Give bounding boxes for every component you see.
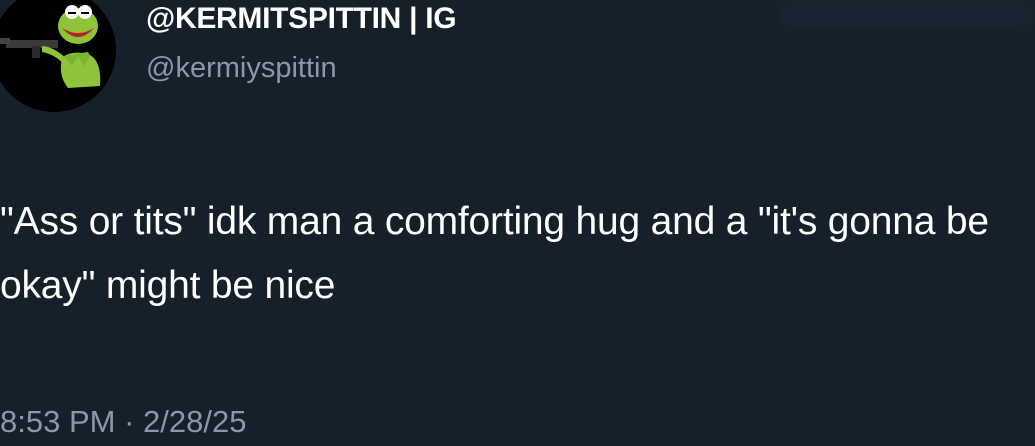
display-name[interactable]: @KERMITSPITTIN | IG <box>146 2 457 36</box>
kermit-avatar-icon <box>0 0 116 112</box>
tweet-text: "Ass or tits" idk man a comforting hug a… <box>0 200 1000 307</box>
tweet-card: @KERMITSPITTIN | IG @kermiyspittin "Ass … <box>0 0 1035 446</box>
blurred-region <box>780 0 1035 28</box>
timestamp-separator: · <box>124 404 135 439</box>
timestamp-date: 2/28/25 <box>143 404 247 439</box>
avatar[interactable] <box>0 0 116 112</box>
user-handle[interactable]: @kermiyspittin <box>146 52 337 85</box>
timestamp-time: 8:53 PM <box>0 404 116 439</box>
timestamp[interactable]: 8:53 PM · 2/28/25 <box>0 404 246 440</box>
